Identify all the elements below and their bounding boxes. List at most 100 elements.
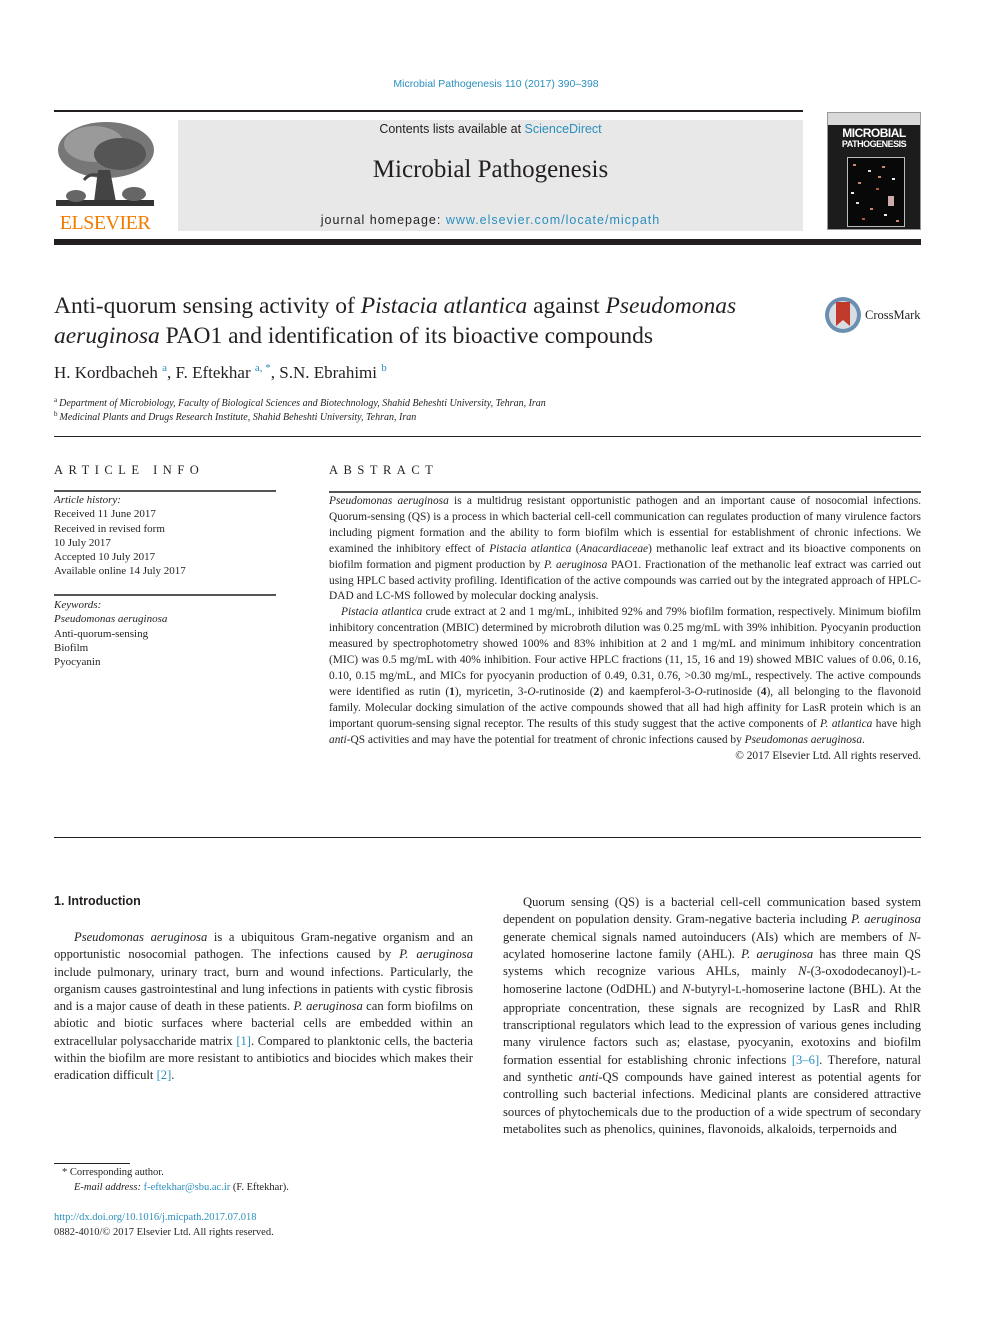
affiliation-b: b Medicinal Plants and Drugs Research Ins… [54, 410, 416, 423]
affiliation-mark: a [54, 396, 58, 404]
text-run: generate chemical signals named autoindu… [503, 929, 909, 944]
italic-run: anti [329, 733, 347, 746]
text-run: have high [872, 717, 922, 730]
text-run: -(3-oxododecanoyl)- [806, 964, 911, 979]
italic-run: N [908, 929, 917, 944]
text-run: -rutinoside ( [702, 685, 761, 698]
journal-homepage-line: journal homepage: www.elsevier.com/locat… [178, 213, 803, 227]
history-item: Received 11 June 2017 [54, 508, 156, 521]
italic-run: Pseudomonas aeruginosa [744, 733, 863, 746]
text-run: -rutinoside ( [535, 685, 594, 698]
elsevier-tree-icon [54, 120, 156, 208]
homepage-prefix: journal homepage: [320, 213, 446, 227]
sciencedirect-link[interactable]: ScienceDirect [525, 122, 602, 136]
doi-link[interactable]: http://dx.doi.org/10.1016/j.micpath.2017… [54, 1212, 257, 1223]
text-run: -butyryl- [690, 982, 736, 997]
text-run: . [862, 733, 865, 746]
text-run: -QS activities and may have the potentia… [346, 733, 745, 746]
title-text: PAO1 and identification of its bioactive… [159, 323, 653, 349]
issn-copyright: 0882-4010/© 2017 Elsevier Ltd. All right… [54, 1227, 274, 1238]
doi-block: http://dx.doi.org/10.1016/j.micpath.2017… [54, 1210, 274, 1240]
italic-run: Pseudomonas aeruginosa [74, 930, 208, 944]
author-affiliation-mark[interactable]: a [162, 362, 167, 374]
affiliation-text: Medicinal Plants and Drugs Research Inst… [59, 412, 417, 423]
article-info-heading: ARTICLE INFO [54, 463, 205, 477]
keyword-item: Biofilm [54, 641, 89, 654]
contents-prefix: Contents lists available at [379, 122, 525, 136]
journal-banner: Contents lists available at ScienceDirec… [178, 120, 803, 231]
journal-cover-image[interactable]: MICROBIAL PATHOGENESIS [827, 112, 921, 230]
article-title: Anti-quorum sensing activity of Pistacia… [54, 291, 814, 351]
journal-homepage-link[interactable]: www.elsevier.com/locate/micpath [446, 213, 660, 227]
divider [54, 837, 921, 838]
crossmark-label: CrossMark [865, 308, 921, 322]
body-paragraph: Quorum sensing (QS) is a bacterial cell-… [503, 894, 921, 1138]
keyword-item: Anti-quorum-sensing [54, 627, 149, 640]
author-name[interactable]: H. Kordbacheh [54, 363, 158, 382]
divider [54, 594, 276, 596]
elsevier-logo[interactable]: ELSEVIER [54, 120, 156, 234]
italic-run: anti [578, 1069, 599, 1084]
footnote-rule [54, 1163, 130, 1164]
text-run: . [171, 1068, 175, 1083]
contents-line: Contents lists available at ScienceDirec… [178, 122, 803, 136]
article-history: Article history: Received 11 June 2017 R… [54, 493, 279, 579]
crossmark-button[interactable]: CrossMark [825, 297, 925, 335]
cover-title-line2: PATHOGENESIS [841, 139, 907, 149]
italic-run: P. aeruginosa [741, 946, 814, 961]
reference-link[interactable]: [3–6] [792, 1053, 819, 1067]
history-item: Received in revised form [54, 522, 165, 535]
italic-run: P. aeruginosa [399, 947, 474, 962]
reference-link[interactable]: [1] [236, 1034, 251, 1048]
journal-name: Microbial Pathogenesis [372, 156, 609, 183]
title-text: Anti-quorum sensing activity of [54, 293, 361, 319]
keyword-item: Pseudomonas aeruginosa [54, 613, 168, 626]
italic-run: P. aeruginosa [544, 558, 608, 571]
email-suffix: (F. Eftekhar). [230, 1182, 289, 1193]
author-name[interactable]: S.N. Ebrahimi [279, 363, 377, 382]
header-rule [54, 110, 803, 112]
cover-title: MICROBIAL PATHOGENESIS [828, 127, 920, 150]
corresponding-author-footnote: * Corresponding author. E-mail address: … [54, 1165, 454, 1195]
author-list: H. Kordbacheh a, F. Eftekhar a, *, S.N. … [54, 362, 387, 382]
history-item: 10 July 2017 [54, 536, 111, 549]
abstract-body: Pseudomonas aeruginosa is a multidrug re… [329, 494, 921, 764]
italic-run: Pseudomonas aeruginosa [329, 495, 449, 507]
article-history-label: Article history: [54, 494, 121, 506]
cover-micrograph [847, 157, 905, 227]
cover-title-line1: MICROBIAL [842, 126, 906, 140]
keywords: Keywords: Pseudomonas aeruginosa Anti-qu… [54, 598, 279, 669]
title-species: Pistacia atlantica [360, 293, 528, 319]
body-column-right: Quorum sensing (QS) is a bacterial cell-… [503, 894, 921, 1138]
author-affiliation-mark[interactable]: a, * [255, 362, 271, 374]
italic-run: Pistacia atlantica [341, 606, 423, 619]
reference-link[interactable]: [2] [157, 1068, 172, 1082]
text-run: ( [571, 542, 580, 555]
text-run: ) and kaempferol-3- [599, 685, 695, 698]
email-link[interactable]: f-eftekhar@sbu.ac.ir [144, 1182, 231, 1193]
email-label: E-mail address: [74, 1182, 144, 1193]
italic-run: P. atlantica [820, 717, 873, 730]
text-run: ), myricetin, 3- [454, 685, 528, 698]
history-item: Available online 14 July 2017 [54, 565, 186, 578]
body-paragraph: Pseudomonas aeruginosa is a ubiquitous G… [54, 929, 473, 1085]
author-affiliation-mark[interactable]: b [381, 362, 387, 374]
affiliation-a: a Department of Microbiology, Faculty of … [54, 396, 546, 409]
email-line: E-mail address: f-eftekhar@sbu.ac.ir (F.… [54, 1180, 454, 1195]
title-text: against [527, 293, 606, 319]
italic-run: O [527, 685, 536, 698]
keywords-label: Keywords: [54, 599, 102, 611]
abstract-paragraph: Pistacia atlantica crude extract at 2 an… [329, 605, 921, 748]
author-name[interactable]: F. Eftekhar [176, 363, 251, 382]
italic-run: P. aeruginosa [851, 912, 921, 927]
abstract-paragraph: Pseudomonas aeruginosa is a multidrug re… [329, 494, 921, 605]
crossmark-icon [825, 297, 861, 333]
elsevier-wordmark: ELSEVIER [59, 212, 151, 234]
keyword-item: Pyocyanin [54, 656, 101, 669]
italic-run: N [682, 982, 691, 997]
italic-run: O [694, 685, 703, 698]
header-thick-rule [54, 239, 921, 245]
journal-citation[interactable]: Microbial Pathogenesis 110 (2017) 390–39… [0, 78, 992, 90]
text-run: crude extract at 2 and 1 mg/mL, inhibite… [329, 606, 921, 698]
italic-run: P. aeruginosa [293, 999, 363, 1014]
